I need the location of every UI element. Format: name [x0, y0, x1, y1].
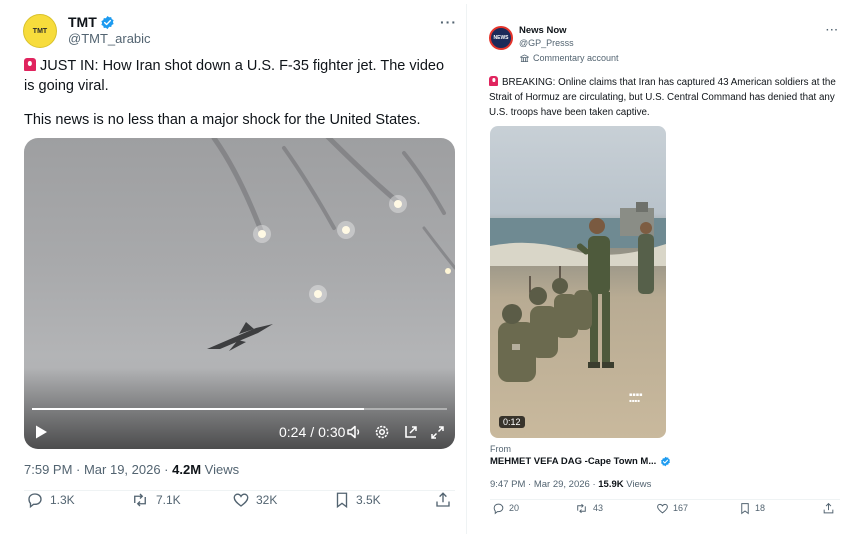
verified-badge-icon	[101, 15, 114, 29]
repost-icon	[577, 503, 586, 513]
bookmark-button[interactable]: 3.5K	[334, 491, 381, 509]
avatar-text: TMT	[32, 27, 48, 35]
post-text-line-1: JUST IN: How Iran shot down a U.S. F-35 …	[24, 58, 445, 94]
post-meta: 7:59 PM · Mar 19, 2026 · 4.2M Views	[24, 462, 239, 477]
post-text: BREAKING: Online claims that Iran has ca…	[489, 75, 839, 120]
commentary-account-icon	[520, 53, 529, 62]
repost-button[interactable]: 43	[574, 502, 603, 515]
author-name[interactable]: News Now	[519, 25, 574, 36]
video-player[interactable]: ▪▪▪▪ ▪▪▪▪ 0:12	[490, 126, 666, 438]
reply-button[interactable]: 1.3K	[26, 491, 75, 509]
like-count: 167	[673, 503, 689, 513]
svg-text:▪▪▪▪: ▪▪▪▪	[629, 398, 640, 403]
repost-icon	[134, 493, 146, 507]
bookmark-button[interactable]: 18	[739, 502, 765, 515]
from-label: From	[490, 444, 511, 454]
video-time: 0:24 / 0:30	[279, 424, 345, 440]
reply-button[interactable]: 20	[492, 502, 519, 515]
repost-count: 7.1K	[156, 493, 181, 507]
views-label: Views	[623, 479, 652, 490]
reply-count: 20	[509, 503, 520, 513]
settings-gear-icon[interactable]	[374, 424, 390, 440]
share-icon	[823, 502, 834, 513]
like-count: 32K	[256, 493, 278, 507]
heart-icon	[233, 493, 249, 507]
author-handle[interactable]: @GP_Presss	[519, 38, 574, 48]
video-player[interactable]: 0:24 / 0:30	[24, 138, 455, 449]
video-elapsed: 0:24	[279, 424, 307, 440]
account-label: Commentary account	[520, 53, 619, 63]
avatar[interactable]: TMT	[23, 14, 57, 48]
heart-icon	[657, 503, 668, 513]
post-text: JUST IN: How Iran shot down a U.S. F-35 …	[24, 56, 456, 96]
post-text-content: BREAKING: Online claims that Iran has ca…	[489, 77, 836, 118]
like-button[interactable]: 32K	[232, 491, 277, 509]
fullscreen-icon[interactable]	[430, 425, 445, 440]
volume-icon[interactable]	[346, 424, 362, 440]
reply-icon	[493, 503, 504, 514]
post-meta: 9:47 PM · Mar 29, 2026 · 15.9K Views	[490, 479, 651, 490]
post-left[interactable]: TMT TMT @TMT_arabic ··· JUST IN: How Ira…	[12, 6, 462, 530]
video-frame-jet	[24, 138, 455, 449]
reply-count: 1.3K	[50, 493, 75, 507]
from-source-name[interactable]: MEHMET VEFA DAG -Cape Town M...	[490, 456, 656, 467]
share-button[interactable]	[822, 502, 835, 515]
reply-icon	[28, 493, 42, 509]
video-duration: 0:30	[318, 424, 346, 440]
views-count: 15.9K	[598, 479, 624, 490]
post-text-line-2: This news is no less than a major shock …	[24, 112, 421, 128]
author-handle[interactable]: @TMT_arabic	[68, 31, 151, 46]
share-button[interactable]	[434, 491, 452, 509]
account-label-text: Commentary account	[533, 53, 619, 63]
like-button[interactable]: 167	[656, 502, 688, 515]
video-progress-fill	[32, 408, 364, 410]
siren-icon	[489, 76, 498, 86]
column-divider	[466, 4, 467, 534]
picture-in-picture-icon[interactable]	[403, 424, 419, 440]
video-duration-badge: 0:12	[499, 416, 525, 428]
repost-button[interactable]: 7.1K	[130, 491, 181, 509]
bookmark-count: 18	[755, 503, 766, 513]
video-time-separator: /	[310, 424, 315, 440]
bookmark-icon	[336, 492, 348, 509]
views-count: 4.2M	[172, 462, 202, 477]
views-label: Views	[201, 462, 240, 477]
author-name[interactable]: TMT	[68, 14, 97, 30]
verified-badge-icon	[661, 456, 671, 467]
from-source[interactable]: MEHMET VEFA DAG -Cape Town M...	[490, 456, 671, 467]
play-button[interactable]	[34, 424, 48, 445]
more-options-icon[interactable]: ···	[440, 14, 457, 30]
siren-icon	[24, 58, 36, 71]
post-header: NEWS News Now @GP_Presss	[489, 25, 574, 50]
bookmark-count: 3.5K	[356, 493, 381, 507]
bookmark-icon	[741, 502, 749, 514]
more-options-icon[interactable]: ···	[826, 25, 839, 36]
post-timestamp[interactable]: 7:59 PM · Mar 19, 2026 ·	[24, 462, 172, 477]
post-timestamp[interactable]: 9:47 PM · Mar 29, 2026 ·	[490, 479, 598, 490]
repost-count: 43	[593, 503, 604, 513]
video-progress-track[interactable]	[32, 408, 447, 410]
post-header: TMT TMT @TMT_arabic	[23, 14, 151, 48]
post-right[interactable]: NEWS News Now @GP_Presss Commentary acco…	[472, 12, 844, 528]
meta-divider	[490, 499, 840, 500]
avatar-text: NEWS	[493, 35, 509, 41]
video-frame-soldiers: ▪▪▪▪ ▪▪▪▪	[490, 202, 666, 403]
share-icon	[436, 492, 450, 507]
avatar[interactable]: NEWS	[489, 26, 513, 50]
play-icon	[36, 425, 47, 439]
